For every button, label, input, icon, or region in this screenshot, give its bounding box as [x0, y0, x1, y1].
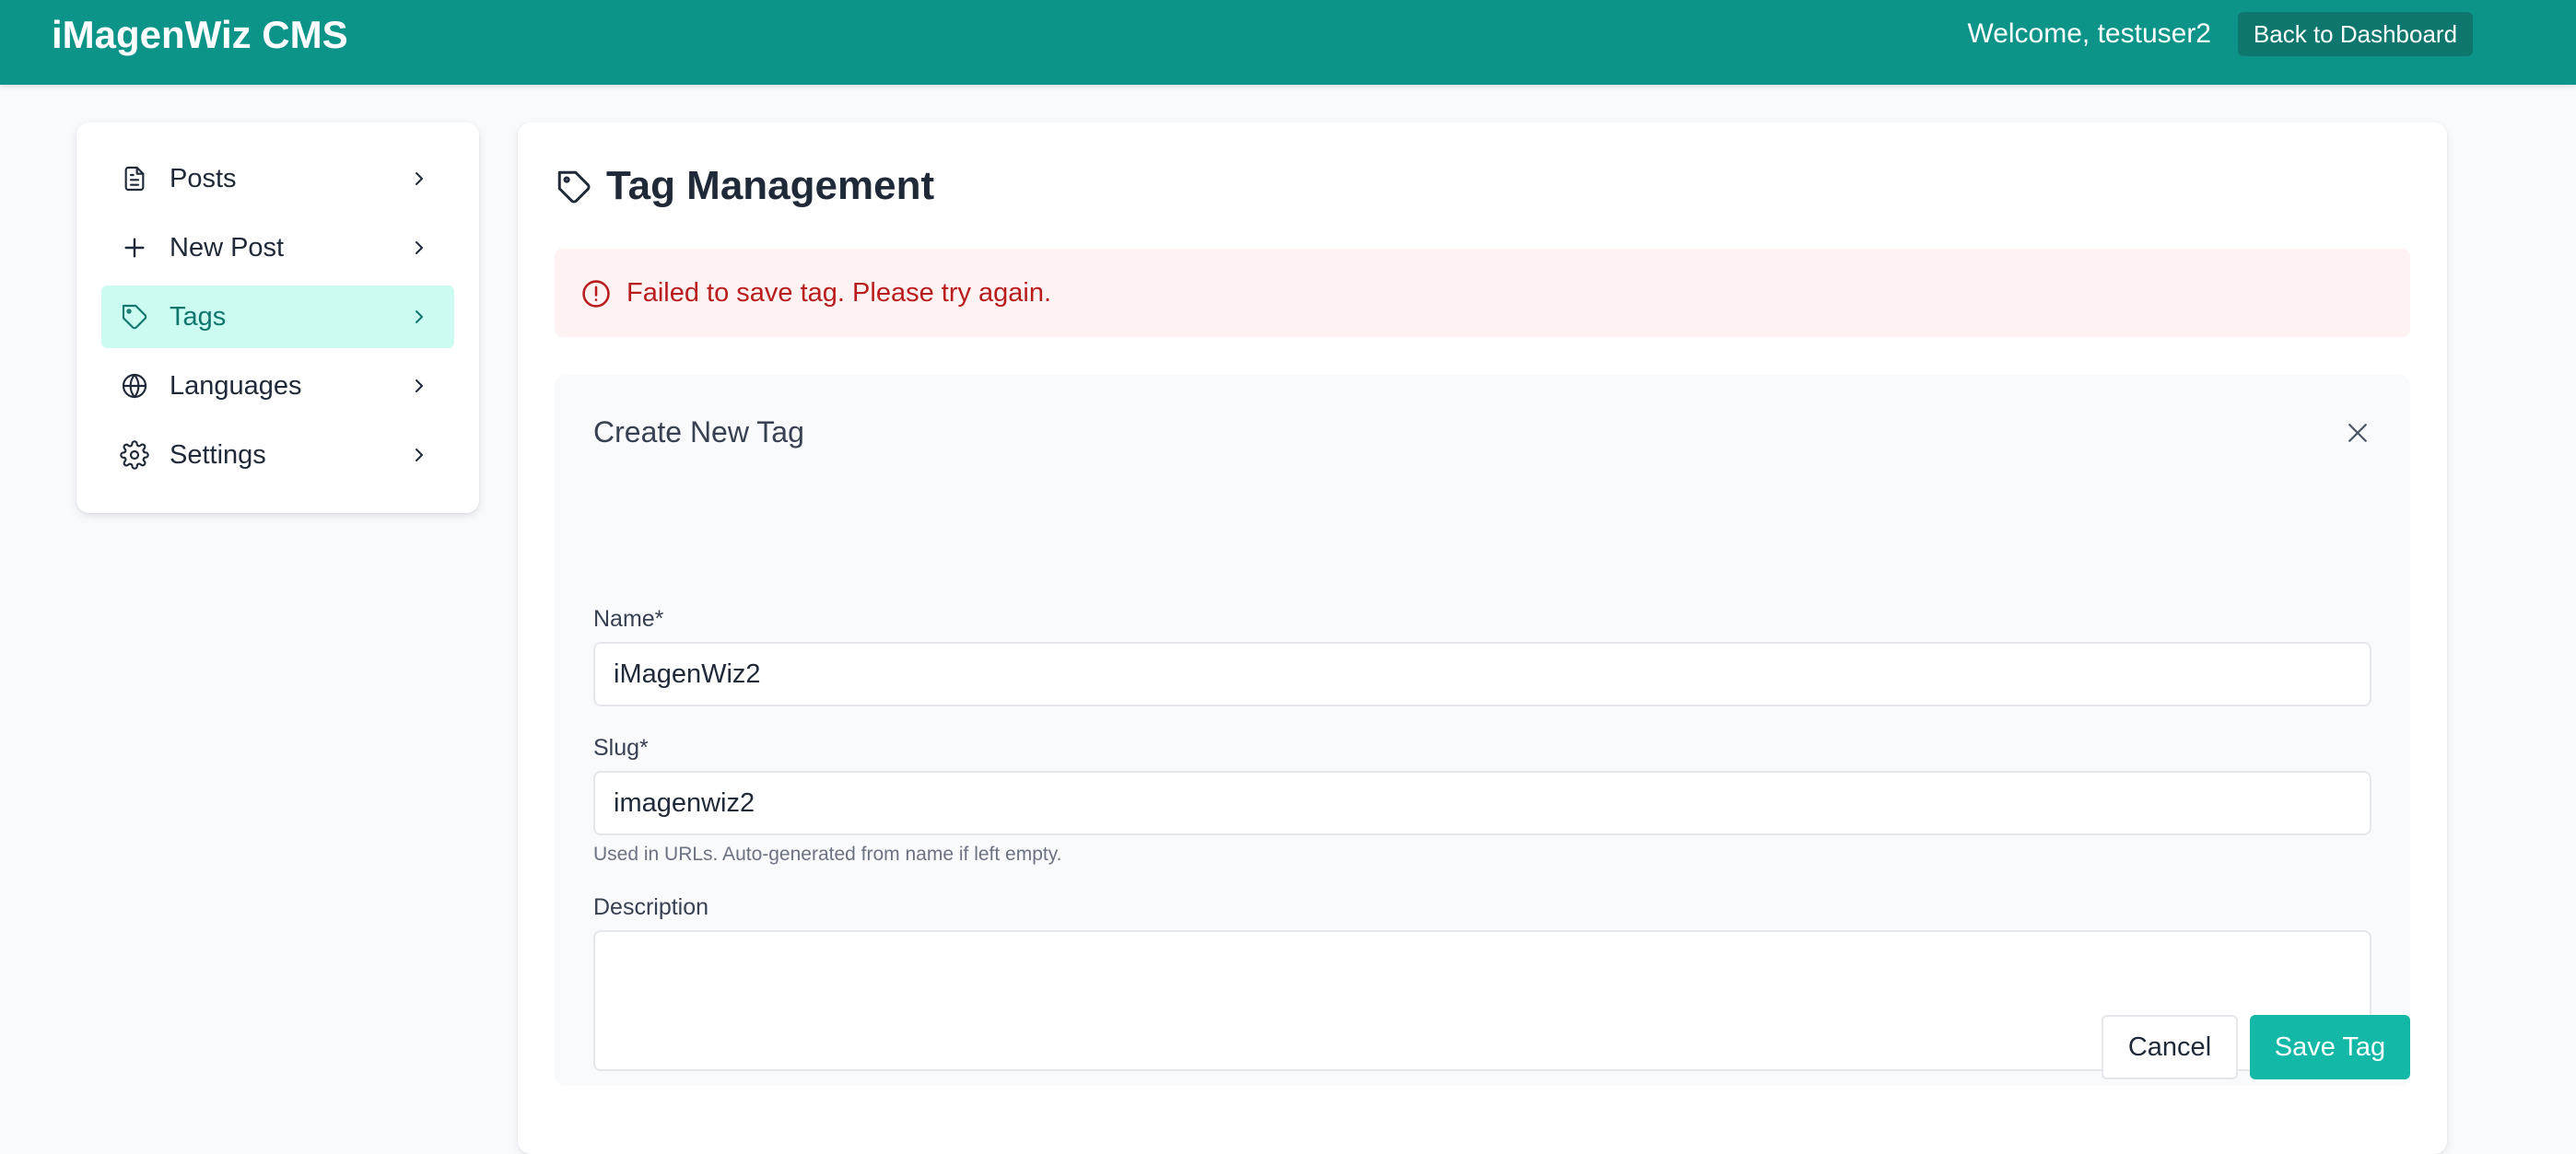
chevron-right-icon	[408, 306, 430, 328]
create-tag-form: Create New Tag Name* iMagenWiz2 Slug* im…	[555, 375, 2410, 1086]
gear-icon	[120, 440, 149, 470]
tag-icon	[120, 302, 149, 332]
close-icon[interactable]	[2344, 419, 2371, 447]
slug-field[interactable]: imagenwiz2	[593, 771, 2371, 835]
plus-icon	[120, 233, 149, 262]
chevron-right-icon	[408, 444, 430, 466]
sidebar-item-label: Tags	[170, 302, 227, 332]
sidebar-item-new-post[interactable]: New Post	[101, 216, 454, 279]
save-tag-button[interactable]: Save Tag	[2250, 1015, 2410, 1079]
top-header: iMagenWiz CMS Welcome, testuser2 Back to…	[0, 0, 2576, 85]
sidebar-item-tags[interactable]: Tags	[101, 286, 454, 348]
error-message: Failed to save tag. Please try again.	[626, 278, 1052, 308]
alert-circle-icon	[580, 278, 612, 309]
back-to-dashboard-button[interactable]: Back to Dashboard	[2238, 12, 2473, 56]
chevron-right-icon	[408, 237, 430, 259]
sidebar: Posts New Post Tags Languages Settings	[76, 122, 479, 513]
sidebar-item-settings[interactable]: Settings	[101, 424, 454, 486]
sidebar-item-label: New Post	[170, 233, 285, 262]
document-icon	[120, 164, 149, 193]
tag-icon	[555, 168, 593, 206]
sidebar-item-posts[interactable]: Posts	[101, 147, 454, 210]
sidebar-item-label: Settings	[170, 440, 266, 470]
description-label: Description	[593, 894, 709, 920]
page-title: Tag Management	[606, 163, 935, 208]
slug-label: Slug*	[593, 735, 649, 761]
sidebar-item-languages[interactable]: Languages	[101, 355, 454, 417]
form-title: Create New Tag	[593, 415, 804, 449]
error-alert: Failed to save tag. Please try again.	[555, 249, 2410, 337]
name-field[interactable]: iMagenWiz2	[593, 642, 2371, 706]
sidebar-item-label: Posts	[170, 164, 237, 193]
chevron-right-icon	[408, 168, 430, 190]
name-label: Name*	[593, 606, 664, 632]
welcome-text: Welcome, testuser2	[1967, 18, 2211, 49]
globe-icon	[120, 371, 149, 401]
cancel-button[interactable]: Cancel	[2102, 1015, 2238, 1079]
chevron-right-icon	[408, 375, 430, 397]
slug-hint: Used in URLs. Auto-generated from name i…	[593, 844, 1062, 865]
main-panel: Tag Management Failed to save tag. Pleas…	[518, 122, 2447, 1154]
brand-logo-text[interactable]: iMagenWiz CMS	[52, 11, 348, 59]
sidebar-item-label: Languages	[170, 371, 302, 401]
